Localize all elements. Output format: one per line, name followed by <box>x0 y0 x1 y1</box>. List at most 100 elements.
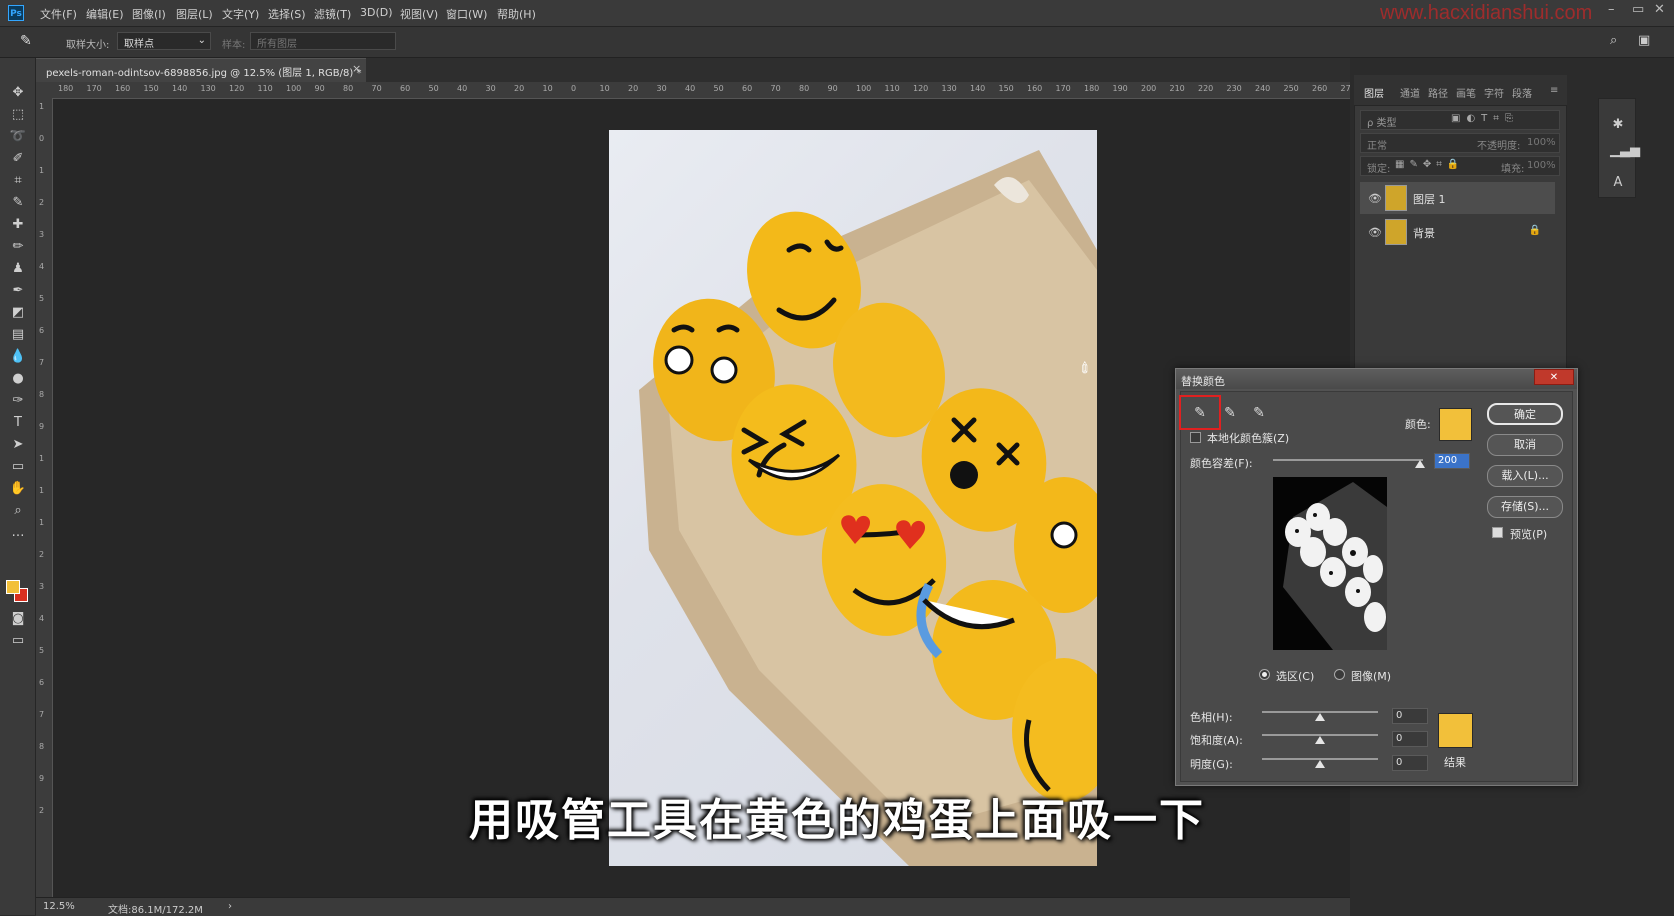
blend-mode-select[interactable]: 正常 <box>1367 137 1387 152</box>
sample-select[interactable]: 所有图层 <box>250 32 396 50</box>
adjust-icon[interactable]: ✱ <box>1610 117 1626 133</box>
quick-select-tool-icon[interactable]: ✐ <box>9 150 27 168</box>
quick-mask-icon[interactable]: ◙ <box>9 610 27 628</box>
filter-icons[interactable]: ▣◐T⌗⎘ <box>1451 113 1519 124</box>
ok-button[interactable]: 确定 <box>1487 403 1563 425</box>
brush-tool-icon[interactable]: ✏ <box>9 238 27 256</box>
eyedropper-icon[interactable]: ✎ <box>9 194 27 212</box>
visibility-eye-icon[interactable]: 👁 <box>1368 226 1382 239</box>
document-image[interactable] <box>609 130 1097 866</box>
gradient-tool-icon[interactable]: ▤ <box>9 326 27 344</box>
restore-icon[interactable]: ▭ <box>1632 2 1644 17</box>
more-tools-icon[interactable]: … <box>9 524 27 542</box>
healing-tool-icon[interactable]: ✚ <box>9 216 27 234</box>
menu-edit[interactable]: 编辑(E) <box>86 6 124 22</box>
tab-layers[interactable]: 图层 <box>1364 85 1384 100</box>
type-tool-icon[interactable]: T <box>9 414 27 432</box>
fuzziness-input[interactable]: 200 <box>1434 453 1470 469</box>
selected-color-swatch[interactable] <box>1439 408 1472 441</box>
layer-filter-row[interactable]: ρ 类型 ▣◐T⌗⎘ <box>1360 110 1560 130</box>
marquee-tool-icon[interactable]: ⬚ <box>9 106 27 124</box>
layer-name[interactable]: 图层 1 <box>1413 191 1446 207</box>
menu-image[interactable]: 图像(I) <box>132 6 166 22</box>
eyedropper-tool-icon[interactable]: ✎ <box>20 33 32 49</box>
blur-tool-icon[interactable]: 💧 <box>9 348 27 366</box>
dodge-tool-icon[interactable]: ● <box>9 370 27 388</box>
close-window-icon[interactable]: ✕ <box>1654 2 1665 17</box>
sample-size-select[interactable]: 取样点 ⌄ <box>117 32 211 50</box>
screen-mode-icon[interactable]: ▭ <box>9 632 27 650</box>
menu-type[interactable]: 文字(Y) <box>222 6 259 22</box>
layer-filter-search[interactable]: ρ 类型 <box>1367 114 1397 129</box>
hue-slider-thumb[interactable] <box>1315 713 1325 721</box>
lock-icons[interactable]: ▦✎✥⌗🔒 <box>1395 159 1464 170</box>
layer-row[interactable]: 👁 背景 🔒 <box>1360 216 1555 248</box>
tab-brushes[interactable]: 画笔 <box>1456 85 1476 100</box>
saturation-slider-thumb[interactable] <box>1315 736 1325 744</box>
tab-channels[interactable]: 通道 <box>1400 85 1420 100</box>
tab-character[interactable]: 字符 <box>1484 85 1504 100</box>
ruler-tick-label: 70 <box>371 84 382 93</box>
move-tool-icon[interactable]: ✥ <box>9 84 27 102</box>
eyedropper-add-icon[interactable]: ✎ <box>1218 402 1242 424</box>
menu-window[interactable]: 窗口(W) <box>446 6 487 22</box>
visibility-eye-icon[interactable]: 👁 <box>1368 192 1382 205</box>
stamp-tool-icon[interactable]: ♟ <box>9 260 27 278</box>
layer-row[interactable]: 👁 图层 1 <box>1360 182 1555 214</box>
eyedropper-subtract-icon[interactable]: ✎ <box>1247 402 1271 424</box>
lightness-input[interactable]: 0 <box>1392 755 1428 771</box>
close-tab-icon[interactable]: × <box>352 62 361 75</box>
workspace-icon[interactable]: ▣ <box>1638 33 1650 48</box>
cancel-button[interactable]: 取消 <box>1487 434 1563 456</box>
result-swatch[interactable] <box>1438 713 1473 748</box>
ruler-tick-label: 170 <box>1055 84 1071 93</box>
character-icon[interactable]: A <box>1610 175 1626 191</box>
status-arrow-icon[interactable]: › <box>228 901 232 912</box>
tab-paths[interactable]: 路径 <box>1428 85 1448 100</box>
crop-tool-icon[interactable]: ⌗ <box>9 172 27 190</box>
fuzziness-slider-thumb[interactable] <box>1415 460 1425 468</box>
ruler-tick-label: 1 <box>39 102 45 111</box>
histogram-icon[interactable]: ▁▃▅ <box>1610 143 1640 159</box>
fuzziness-slider-track[interactable] <box>1273 459 1423 461</box>
opacity-value[interactable]: 100% <box>1527 137 1556 148</box>
fill-value[interactable]: 100% <box>1527 160 1556 171</box>
tab-paragraph[interactable]: 段落 <box>1512 85 1532 100</box>
menu-layer[interactable]: 图层(L) <box>176 6 213 22</box>
eraser-tool-icon[interactable]: ◩ <box>9 304 27 322</box>
sample-value: 所有图层 <box>257 39 297 50</box>
history-brush-icon[interactable]: ✒ <box>9 282 27 300</box>
foreground-color-swatch[interactable] <box>6 580 20 594</box>
layer-name[interactable]: 背景 <box>1413 225 1435 241</box>
selection-radio[interactable] <box>1259 669 1270 680</box>
localized-clusters-checkbox[interactable] <box>1190 432 1201 443</box>
save-button[interactable]: 存储(S)... <box>1487 496 1563 518</box>
preview-checkbox[interactable] <box>1492 527 1503 538</box>
path-select-icon[interactable]: ➤ <box>9 436 27 454</box>
shape-tool-icon[interactable]: ▭ <box>9 458 27 476</box>
menu-3d[interactable]: 3D(D) <box>360 6 393 19</box>
zoom-level[interactable]: 12.5% <box>43 901 75 912</box>
menu-select[interactable]: 选择(S) <box>268 6 306 22</box>
ruler-tick-label: 4 <box>39 614 45 623</box>
hue-input[interactable]: 0 <box>1392 708 1428 724</box>
ruler-tick-label: 30 <box>485 84 496 93</box>
saturation-input[interactable]: 0 <box>1392 731 1428 747</box>
lightness-slider-thumb[interactable] <box>1315 760 1325 768</box>
lasso-tool-icon[interactable]: ➰ <box>9 128 27 146</box>
minimize-icon[interactable]: – <box>1608 2 1615 17</box>
dialog-close-button[interactable]: ✕ <box>1534 369 1574 385</box>
pen-tool-icon[interactable]: ✑ <box>9 392 27 410</box>
zoom-tool-icon[interactable]: ⌕ <box>9 502 27 520</box>
search-icon[interactable]: ⌕ <box>1610 33 1617 48</box>
load-button[interactable]: 载入(L)... <box>1487 465 1563 487</box>
menu-filter[interactable]: 滤镜(T) <box>314 6 351 22</box>
menu-file[interactable]: 文件(F) <box>40 6 77 22</box>
ruler-tick-label: 110 <box>884 84 900 93</box>
dialog-titlebar[interactable] <box>1176 369 1577 389</box>
image-radio[interactable] <box>1334 669 1345 680</box>
panel-menu-icon[interactable]: ≡ <box>1550 85 1558 96</box>
menu-view[interactable]: 视图(V) <box>400 6 438 22</box>
menu-help[interactable]: 帮助(H) <box>497 6 536 22</box>
hand-tool-icon[interactable]: ✋ <box>9 480 27 498</box>
